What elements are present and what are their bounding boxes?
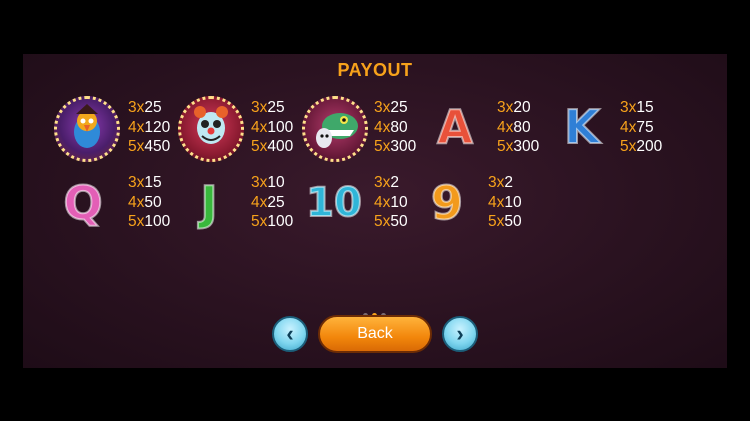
- pay-line: 4x120: [128, 118, 171, 136]
- back-button[interactable]: Back: [318, 315, 432, 353]
- paytable-clown: 3x25 4x100 5x400: [251, 98, 293, 157]
- monster-icon: [302, 96, 368, 162]
- pay-line: 4x10: [374, 193, 408, 211]
- pay-line: 5x450: [128, 138, 171, 155]
- pay-line: 5x100: [128, 213, 171, 230]
- paytable-k: 3x15 4x75 5x200: [620, 98, 662, 157]
- next-page-button[interactable]: ›: [442, 316, 478, 352]
- pay-line: 4x80: [374, 118, 408, 136]
- paytable-j: 3x10 4x25 5x100: [251, 173, 293, 232]
- paytable-monster: 3x25 4x80 5x300: [374, 98, 416, 157]
- paytable-9: 3x2 4x10 5x50: [488, 173, 522, 232]
- pay-line: 5x200: [620, 138, 663, 155]
- pay-line: 5x400: [251, 138, 294, 155]
- pay-line: 5x300: [374, 138, 417, 155]
- pay-line: 3x25: [128, 99, 162, 116]
- pay-line: 4x80: [497, 118, 531, 136]
- pay-line: 3x20: [497, 99, 531, 116]
- pay-line: 4x10: [488, 193, 522, 211]
- pay-line: 4x25: [251, 193, 285, 211]
- pay-line: 4x75: [620, 118, 654, 136]
- number-10-icon: 10: [305, 179, 363, 227]
- pay-line: 3x15: [128, 174, 162, 191]
- pay-line: 3x25: [251, 99, 285, 116]
- letter-a-icon: A: [436, 99, 474, 155]
- pay-line: 4x50: [128, 193, 162, 211]
- pay-line: 5x50: [488, 213, 522, 230]
- pay-line: 3x15: [620, 99, 654, 116]
- parrot-pirate-icon: [54, 96, 120, 162]
- paytable-10: 3x2 4x10 5x50: [374, 173, 408, 232]
- pay-line: 3x2: [374, 174, 399, 191]
- prev-page-button[interactable]: ‹: [272, 316, 308, 352]
- pay-line: 5x300: [497, 138, 540, 155]
- number-9-icon: 9: [430, 175, 464, 231]
- pay-line: 3x10: [251, 174, 285, 191]
- pay-line: 3x2: [488, 174, 513, 191]
- pay-line: 3x25: [374, 99, 408, 116]
- pay-line: 5x50: [374, 213, 408, 230]
- page-title: PAYOUT: [337, 60, 413, 80]
- pay-line: 4x100: [251, 118, 294, 136]
- paytable-q: 3x15 4x50 5x100: [128, 173, 170, 232]
- letter-k-icon: K: [563, 99, 601, 155]
- letter-j-icon: J: [199, 175, 218, 231]
- clown-icon: [178, 96, 244, 162]
- pay-line: 5x100: [251, 213, 294, 230]
- chevron-left-icon: ‹: [286, 321, 294, 346]
- chevron-right-icon: ›: [456, 321, 464, 346]
- paytable-a: 3x20 4x80 5x300: [497, 98, 539, 157]
- paytable-parrot: 3x25 4x120 5x450: [128, 98, 170, 157]
- letter-q-icon: Q: [62, 175, 103, 231]
